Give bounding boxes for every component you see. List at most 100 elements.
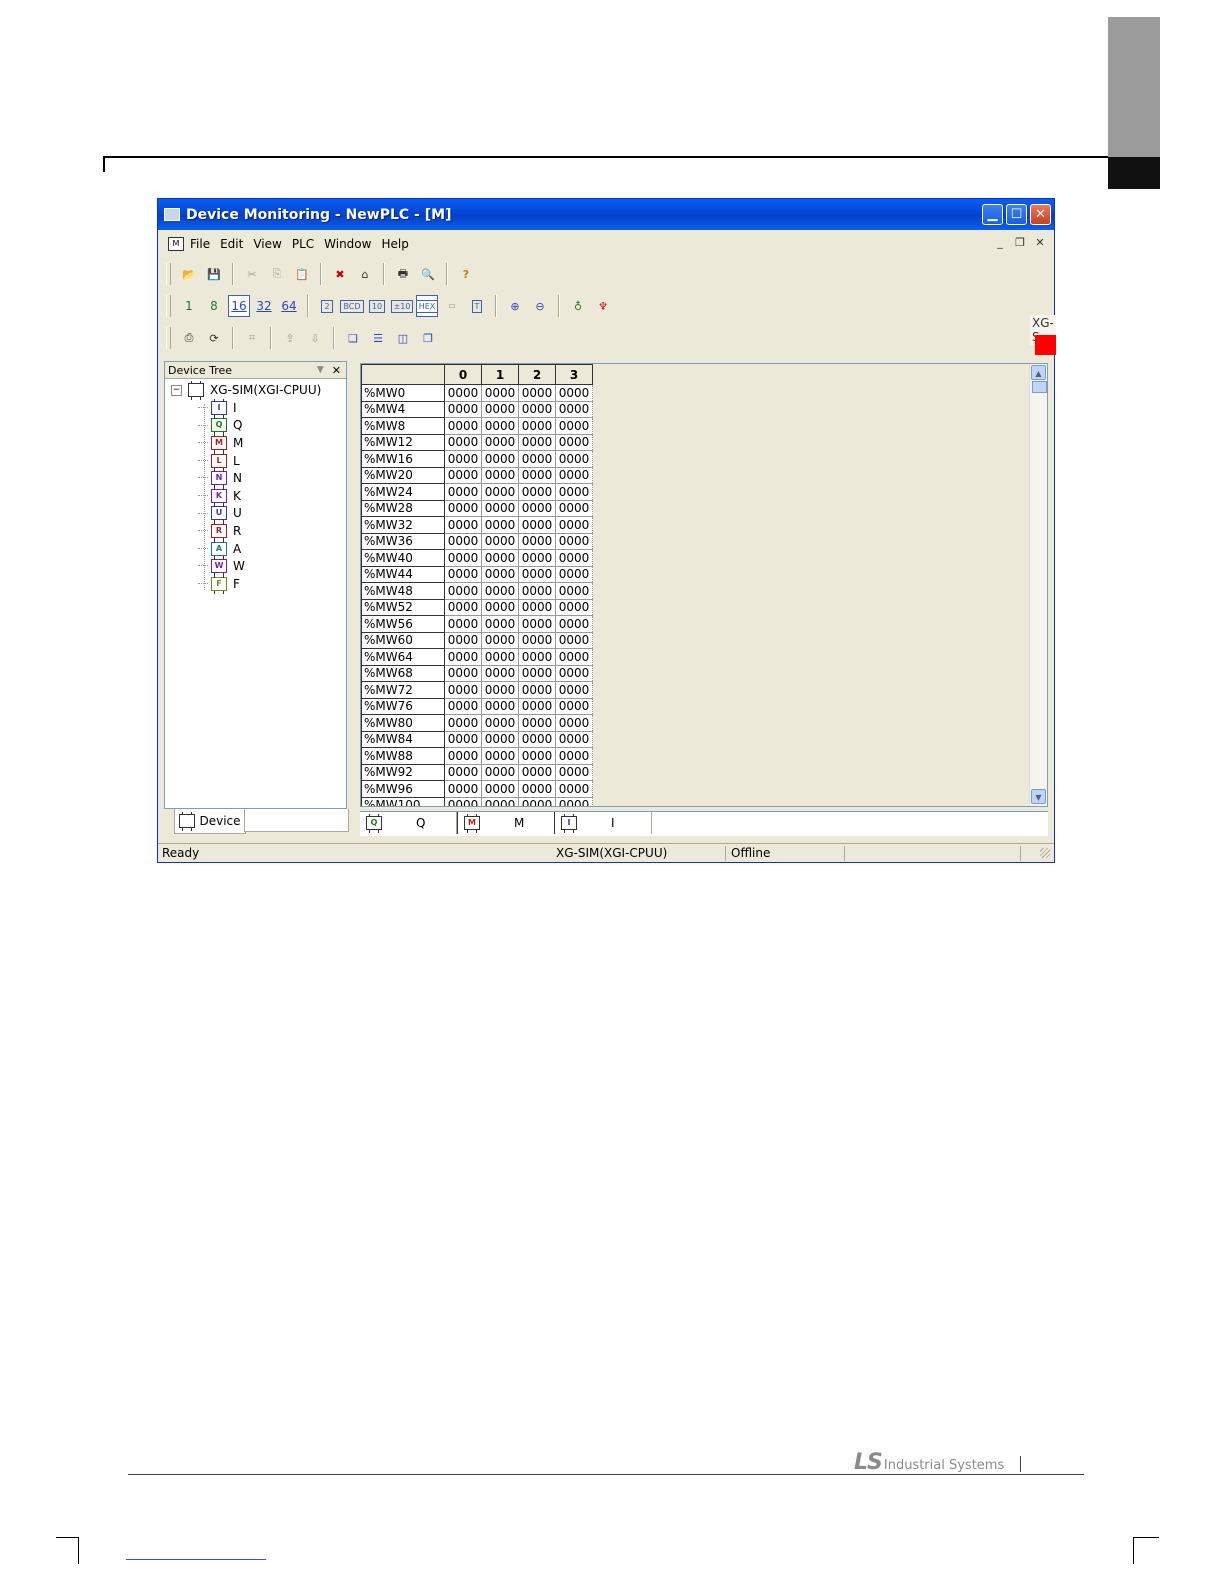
address-cell[interactable]: %MW56 (361, 615, 445, 633)
address-cell[interactable]: %MW40 (361, 549, 445, 567)
tree-item-u[interactable]: UU (165, 504, 346, 523)
zoom-in-icon[interactable]: ⊕ (504, 295, 526, 317)
tree-item-i[interactable]: II (165, 398, 346, 417)
address-cell[interactable]: %MW72 (361, 681, 445, 699)
value-cell[interactable]: 0000 (444, 499, 482, 517)
maximize-button[interactable]: ☐ (1006, 204, 1027, 225)
value-cell[interactable]: 0000 (481, 747, 519, 765)
value-cell[interactable]: 0000 (555, 483, 593, 501)
value-cell[interactable]: 0000 (481, 549, 519, 567)
value-cell[interactable]: 0000 (555, 730, 593, 748)
zoom-out-icon[interactable]: ⊖ (529, 295, 551, 317)
tree-item-a[interactable]: AA (165, 539, 346, 558)
value-cell[interactable]: 0000 (481, 598, 519, 616)
value-cell[interactable]: 0000 (481, 532, 519, 550)
address-cell[interactable]: %MW88 (361, 747, 445, 765)
value-cell[interactable]: 0000 (481, 631, 519, 649)
value-cell[interactable]: 0000 (555, 565, 593, 583)
value-cell[interactable]: 0000 (481, 796, 519, 806)
tree-item-f[interactable]: FF (165, 574, 346, 593)
value-cell[interactable]: 0000 (518, 417, 556, 435)
binary-format-button[interactable]: 2 (316, 295, 338, 317)
value-cell[interactable]: 0000 (481, 450, 519, 468)
value-cell[interactable]: 0000 (481, 466, 519, 484)
value-cell[interactable]: 0000 (481, 763, 519, 781)
value-cell[interactable]: 0000 (444, 714, 482, 732)
value-cell[interactable]: 0000 (481, 697, 519, 715)
value-cell[interactable]: 0000 (444, 483, 482, 501)
value-cell[interactable]: 0000 (444, 780, 482, 798)
mdi-restore-icon[interactable]: ❐ (1012, 236, 1028, 250)
value-cell[interactable]: 0000 (555, 631, 593, 649)
address-cell[interactable]: %MW36 (361, 532, 445, 550)
value-cell[interactable]: 0000 (518, 582, 556, 600)
cut-icon[interactable]: ✂ (241, 263, 263, 285)
value-cell[interactable]: 0000 (444, 730, 482, 748)
value-cell[interactable]: 0000 (518, 400, 556, 418)
value-cell[interactable]: 0000 (444, 598, 482, 616)
menu-edit[interactable]: Edit (220, 237, 243, 251)
document-icon[interactable]: M (168, 237, 184, 251)
value-cell[interactable]: 0000 (518, 466, 556, 484)
value-cell[interactable]: 0000 (481, 615, 519, 633)
address-cell[interactable]: %MW28 (361, 499, 445, 517)
value-cell[interactable]: 0000 (444, 532, 482, 550)
value-cell[interactable]: 0000 (518, 714, 556, 732)
address-cell[interactable]: %MW12 (361, 433, 445, 451)
value-cell[interactable]: 0000 (481, 384, 519, 402)
address-cell[interactable]: %MW8 (361, 417, 445, 435)
signed-decimal-format-button[interactable]: ±10 (390, 295, 414, 317)
value-cell[interactable]: 0000 (481, 681, 519, 699)
value-cell[interactable]: 0000 (444, 466, 482, 484)
close-button[interactable]: ✕ (1030, 204, 1051, 225)
value-cell[interactable]: 0000 (555, 400, 593, 418)
address-cell[interactable]: %MW20 (361, 466, 445, 484)
tree-item-r[interactable]: RR (165, 521, 346, 540)
value-cell[interactable]: 0000 (518, 631, 556, 649)
address-cell[interactable]: %MW32 (361, 516, 445, 534)
tree-item-w[interactable]: WW (165, 557, 346, 576)
tab-device-m[interactable]: MM (457, 812, 555, 834)
value-cell[interactable]: 0000 (518, 730, 556, 748)
value-cell[interactable]: 0000 (444, 400, 482, 418)
value-cell[interactable]: 0000 (555, 615, 593, 633)
tile-vertical-icon[interactable]: ◫ (392, 327, 414, 349)
value-cell[interactable]: 0000 (444, 433, 482, 451)
value-cell[interactable]: 0000 (444, 417, 482, 435)
value-cell[interactable]: 0000 (518, 483, 556, 501)
menu-help[interactable]: Help (381, 237, 408, 251)
value-cell[interactable]: 0000 (555, 450, 593, 468)
mdi-minimize-icon[interactable]: _ (992, 236, 1008, 250)
menu-file[interactable]: File (190, 237, 210, 251)
value-cell[interactable]: 0000 (444, 697, 482, 715)
address-cell[interactable]: %MW92 (361, 763, 445, 781)
value-cell[interactable]: 0000 (555, 747, 593, 765)
paste-icon[interactable]: 📋 (291, 263, 313, 285)
value-cell[interactable]: 0000 (481, 714, 519, 732)
value-cell[interactable]: 0000 (481, 483, 519, 501)
address-cell[interactable]: %MW60 (361, 631, 445, 649)
tile-horizontal-icon[interactable]: ☰ (367, 327, 389, 349)
value-cell[interactable]: 0000 (518, 780, 556, 798)
value-cell[interactable]: 0000 (555, 714, 593, 732)
value-cell[interactable]: 0000 (555, 681, 593, 699)
address-cell[interactable]: %MW84 (361, 730, 445, 748)
value-cell[interactable]: 0000 (555, 763, 593, 781)
mdi-close-icon[interactable]: ✕ (1032, 236, 1048, 250)
value-cell[interactable]: 0000 (555, 384, 593, 402)
value-cell[interactable]: 0000 (444, 516, 482, 534)
value-cell[interactable]: 0000 (481, 780, 519, 798)
tab-device-q[interactable]: QQ (360, 812, 457, 834)
value-cell[interactable]: 0000 (555, 499, 593, 517)
value-cell[interactable]: 0000 (518, 648, 556, 666)
size-64-button[interactable]: 64 (278, 295, 300, 317)
print-icon[interactable]: 🖶 (392, 263, 414, 285)
size-16-button[interactable]: 16 (228, 295, 250, 317)
delete-icon[interactable]: ✖ (329, 263, 351, 285)
column-header[interactable]: 3 (555, 364, 593, 385)
value-cell[interactable]: 0000 (518, 615, 556, 633)
address-cell[interactable]: %MW48 (361, 582, 445, 600)
address-cell[interactable]: %MW16 (361, 450, 445, 468)
set-bit-icon[interactable]: ♁ (567, 295, 589, 317)
value-cell[interactable]: 0000 (555, 697, 593, 715)
